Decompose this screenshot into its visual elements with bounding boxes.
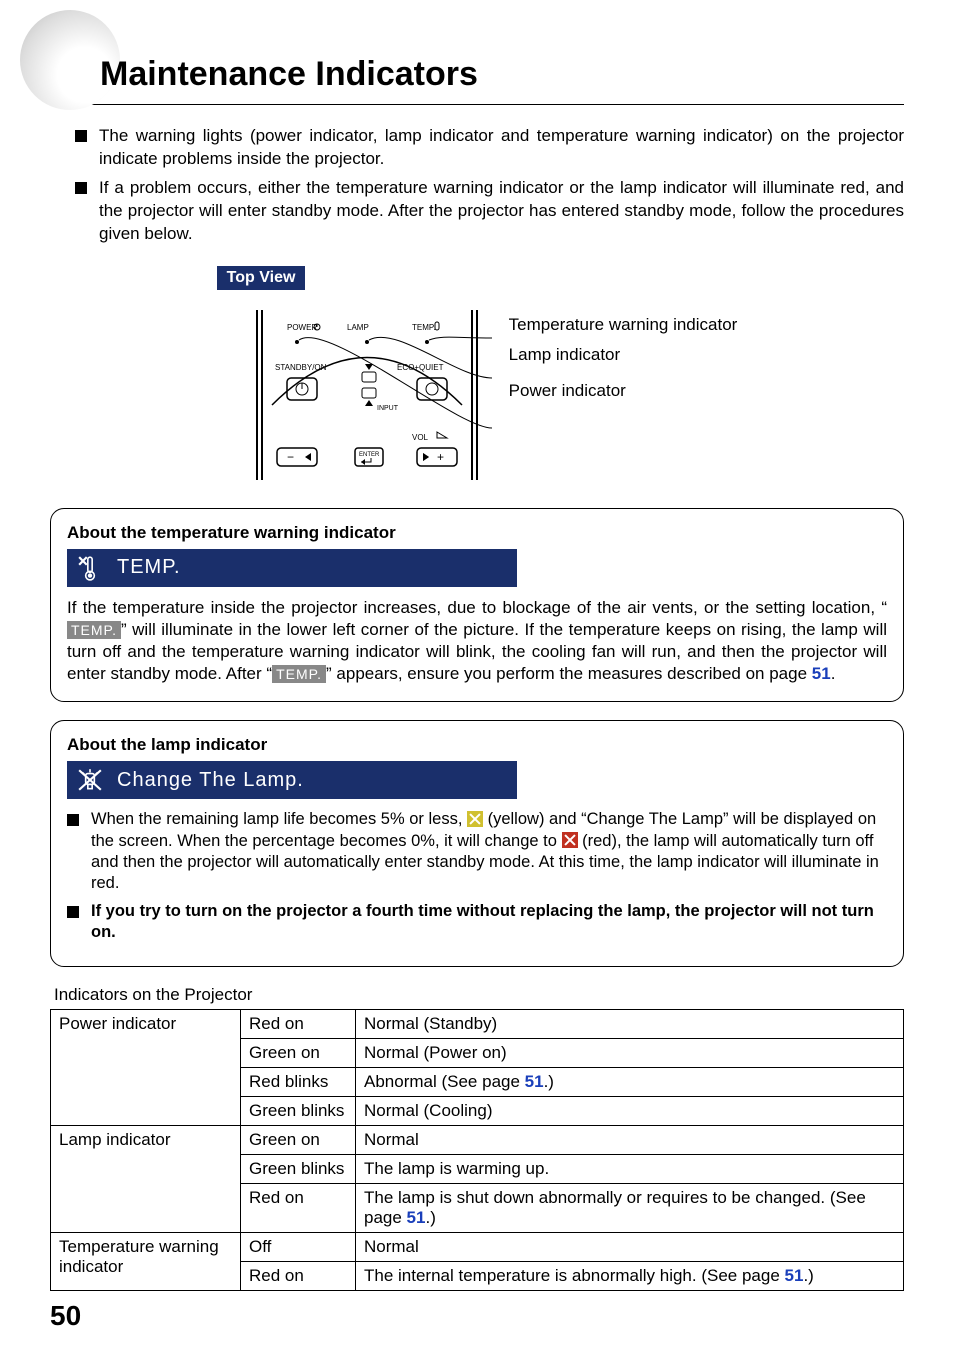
lamp-bullet-list: When the remaining lamp life becomes 5% …: [67, 809, 887, 944]
intro-item: The warning lights (power indicator, lam…: [75, 125, 904, 171]
table-row: Power indicatorRed onNormal (Standby): [51, 1009, 904, 1038]
page-ref-link[interactable]: 51: [812, 664, 831, 683]
table-cell-indicator: Power indicator: [51, 1009, 241, 1125]
square-bullet-icon: [67, 906, 79, 918]
table-cell-state: Red on: [241, 1009, 356, 1038]
lamp-bullet-text: When the remaining lamp life becomes 5% …: [91, 809, 887, 895]
table-row: Temperature warning indicatorOffNormal: [51, 1232, 904, 1261]
square-bullet-icon: [75, 182, 87, 194]
lamp-box-heading: About the lamp indicator: [67, 735, 887, 755]
thermometer-x-icon: [77, 555, 103, 581]
temp-paragraph: If the temperature inside the projector …: [67, 597, 887, 685]
callout-temp: Temperature warning indicator: [509, 315, 738, 335]
table-row: Lamp indicatorGreen onNormal: [51, 1125, 904, 1154]
table-cell-desc: Normal (Cooling): [356, 1096, 904, 1125]
svg-text:+: +: [437, 450, 444, 464]
temp-warning-box: About the temperature warning indicator …: [50, 508, 904, 702]
page-ref-link[interactable]: 51: [785, 1266, 804, 1285]
table-cell-desc: Normal (Standby): [356, 1009, 904, 1038]
title-rule: [50, 104, 904, 105]
table-cell-desc: Abnormal (See page 51.): [356, 1067, 904, 1096]
table-cell-state: Off: [241, 1232, 356, 1261]
table-cell-desc: The internal temperature is abnormally h…: [356, 1261, 904, 1290]
intro-text: The warning lights (power indicator, lam…: [99, 125, 904, 171]
lamp-osd-banner: Change The Lamp.: [67, 761, 517, 799]
table-cell-state: Red on: [241, 1261, 356, 1290]
square-bullet-icon: [67, 814, 79, 826]
table-caption: Indicators on the Projector: [54, 985, 904, 1005]
page-title: Maintenance Indicators: [100, 55, 904, 94]
top-view-diagram: POWER LAMP TEMP. STANDBY/ON ECO+QUIET: [217, 290, 497, 490]
temp-chip-icon: TEMP.: [67, 621, 121, 639]
table-cell-state: Green on: [241, 1125, 356, 1154]
indicators-table: Power indicatorRed onNormal (Standby)Gre…: [50, 1009, 904, 1291]
table-cell-desc: The lamp is warming up.: [356, 1154, 904, 1183]
intro-text: If a problem occurs, either the temperat…: [99, 177, 904, 246]
top-view-section: Top View POWER LAMP TEMP. STANDBY/ON: [50, 266, 904, 490]
red-x-icon: [562, 832, 578, 848]
lamp-bullet-bold: If you try to turn on the projector a fo…: [91, 901, 887, 944]
yellow-x-icon: [467, 811, 483, 827]
table-cell-desc: The lamp is shut down abnormally or requ…: [356, 1183, 904, 1232]
table-cell-desc: Normal: [356, 1232, 904, 1261]
temp-para-text: ” appears, ensure you perform the measur…: [326, 664, 812, 683]
temp-para-text: .: [831, 664, 836, 683]
lamp-bullet-item: If you try to turn on the projector a fo…: [67, 901, 887, 944]
svg-text:−: −: [287, 450, 294, 464]
diagram-callouts: Temperature warning indicator Lamp indic…: [509, 290, 738, 403]
svg-text:ENTER: ENTER: [359, 452, 380, 458]
svg-text:ECO+QUIET: ECO+QUIET: [397, 363, 444, 372]
table-cell-state: Red on: [241, 1183, 356, 1232]
temp-box-heading: About the temperature warning indicator: [67, 523, 887, 543]
table-cell-state: Green on: [241, 1038, 356, 1067]
table-cell-desc: Normal (Power on): [356, 1038, 904, 1067]
table-cell-indicator: Temperature warning indicator: [51, 1232, 241, 1290]
temp-para-text: If the temperature inside the projector …: [67, 598, 887, 617]
svg-text:LAMP: LAMP: [347, 323, 369, 332]
square-bullet-icon: [75, 130, 87, 142]
svg-text:INPUT: INPUT: [377, 405, 399, 412]
table-cell-state: Red blinks: [241, 1067, 356, 1096]
temp-osd-text: TEMP.: [117, 556, 181, 579]
table-cell-state: Green blinks: [241, 1154, 356, 1183]
lamp-osd-text: Change The Lamp.: [117, 769, 304, 792]
intro-item: If a problem occurs, either the temperat…: [75, 177, 904, 246]
callout-power: Power indicator: [509, 381, 738, 401]
table-cell-state: Green blinks: [241, 1096, 356, 1125]
table-cell-indicator: Lamp indicator: [51, 1125, 241, 1232]
temp-chip-icon: TEMP.: [272, 665, 326, 683]
text-span: When the remaining lamp life becomes 5% …: [91, 810, 467, 828]
callout-lamp: Lamp indicator: [509, 345, 738, 365]
intro-list: The warning lights (power indicator, lam…: [75, 125, 904, 246]
svg-text:STANDBY/ON: STANDBY/ON: [275, 363, 327, 372]
svg-text:POWER: POWER: [287, 323, 317, 332]
temp-osd-banner: TEMP.: [67, 549, 517, 587]
svg-text:VOL: VOL: [412, 433, 429, 442]
svg-text:TEMP.: TEMP.: [412, 323, 435, 332]
lamp-indicator-box: About the lamp indicator Change The Lamp…: [50, 720, 904, 967]
lamp-bullet-item: When the remaining lamp life becomes 5% …: [67, 809, 887, 895]
top-view-label: Top View: [217, 266, 306, 290]
page-number: 50: [50, 1300, 81, 1332]
page-ref-link[interactable]: 51: [407, 1208, 426, 1227]
table-cell-desc: Normal: [356, 1125, 904, 1154]
lamp-x-icon: [77, 767, 103, 793]
page-ref-link[interactable]: 51: [525, 1072, 544, 1091]
